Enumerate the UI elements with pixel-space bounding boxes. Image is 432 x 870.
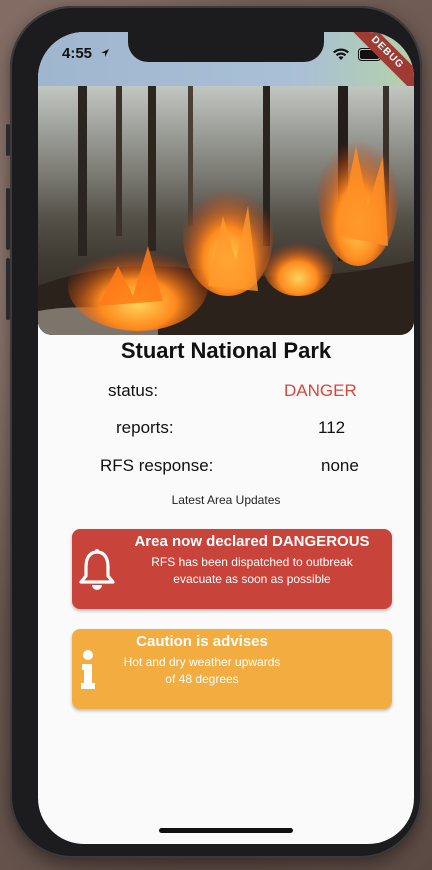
volume-up-button xyxy=(6,188,10,250)
home-indicator[interactable] xyxy=(159,828,293,833)
danger-card-title: Area now declared DANGEROUS xyxy=(134,533,370,550)
notch xyxy=(128,32,324,62)
danger-card-line-2: evacuate as soon as possible xyxy=(173,572,331,586)
rfs-response-value: none xyxy=(321,456,359,475)
update-card-caution[interactable]: Caution is advises Hot and dry weather u… xyxy=(72,629,392,709)
bushfire-photo xyxy=(38,86,414,335)
app-screen: 4:55 DEBUG Stuart National Park status: … xyxy=(38,32,414,844)
update-card-danger[interactable]: Area now declared DANGEROUS RFS has been… xyxy=(72,529,392,609)
reports-label: reports: xyxy=(116,418,174,437)
info-icon xyxy=(81,650,95,689)
latest-updates-heading: Latest Area Updates xyxy=(171,493,281,507)
park-hero-image xyxy=(38,86,414,335)
caution-card-line-2: of 48 degrees xyxy=(165,672,239,686)
caution-card-title: Caution is advises xyxy=(136,633,268,650)
caution-card-body: Hot and dry weather upwards of 48 degree… xyxy=(102,654,302,688)
bell-icon xyxy=(79,549,115,590)
location-arrow-icon xyxy=(101,49,109,57)
danger-card-body: RFS has been dispatched to outbreak evac… xyxy=(122,554,382,588)
mute-switch xyxy=(6,124,10,156)
danger-card-line-1: RFS has been dispatched to outbreak xyxy=(151,555,353,569)
status-label: status: xyxy=(108,381,159,400)
park-name: Stuart National Park xyxy=(120,338,332,363)
status-value: DANGER xyxy=(284,381,357,400)
caution-card-line-1: Hot and dry weather upwards xyxy=(123,655,281,669)
reports-value: 112 xyxy=(318,418,346,437)
status-time: 4:55 xyxy=(62,45,93,62)
phone-frame: 4:55 DEBUG Stuart National Park status: … xyxy=(6,6,422,858)
status-bar: 4:55 DEBUG xyxy=(38,32,414,99)
volume-down-button xyxy=(6,258,10,320)
wifi-icon xyxy=(332,48,349,61)
rfs-response-label: RFS response: xyxy=(100,456,214,475)
